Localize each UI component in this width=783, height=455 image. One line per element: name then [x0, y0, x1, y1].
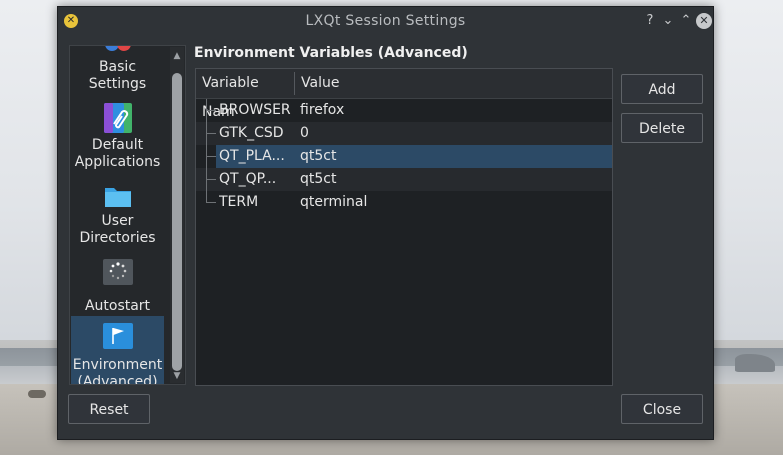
table-row-selected[interactable]: QT_PLA... qt5ct	[196, 145, 612, 168]
variable-value: qt5ct	[300, 171, 337, 187]
session-settings-window: ✕ LXQt Session Settings ? ⌄ ⌃ ✕ Basic Se…	[57, 6, 714, 440]
variable-name: GTK_CSD	[219, 125, 284, 141]
reset-button[interactable]: Reset	[68, 394, 150, 424]
sidebar-item-basic-settings[interactable]: Basic Settings	[71, 46, 164, 98]
add-button[interactable]: Add	[621, 74, 703, 104]
section-title: Environment Variables (Advanced)	[194, 45, 468, 61]
table-row[interactable]: TERM qterminal	[196, 191, 612, 214]
close-icon[interactable]: ✕	[696, 13, 712, 29]
help-icon[interactable]: ?	[642, 13, 658, 29]
wallpaper-rock	[28, 390, 46, 398]
tree-header: Variable Nam Value	[196, 69, 612, 120]
sidebar-item-environment[interactable]: Environment (Advanced)	[71, 316, 164, 385]
variable-name: QT_PLA...	[219, 148, 285, 164]
variable-name: QT_QP...	[219, 171, 277, 187]
table-row[interactable]: GTK_CSD 0	[196, 122, 612, 145]
sidebar-item-default-applications[interactable]: Default Applications	[71, 102, 164, 174]
sidebar-item-label: Environment (Advanced)	[72, 357, 163, 385]
minimize-icon[interactable]: ⌄	[660, 13, 676, 29]
variable-value: 0	[300, 125, 309, 141]
close-button[interactable]: Close	[621, 394, 703, 424]
variable-value: firefox	[300, 102, 345, 118]
sidebar-item-label: Default Applications	[74, 137, 161, 170]
variable-name: TERM	[219, 194, 259, 210]
settings-sidebar: Basic Settings Default Applications User…	[69, 45, 186, 385]
title-bar[interactable]: ✕ LXQt Session Settings ? ⌄ ⌃ ✕	[58, 7, 713, 37]
sidebar-scrollbar[interactable]: ▲ ▼	[170, 47, 184, 383]
folder-icon	[104, 182, 132, 210]
maximize-icon[interactable]: ⌃	[678, 13, 694, 29]
environment-flag-icon	[102, 322, 134, 354]
column-header-value[interactable]: Value	[295, 69, 612, 98]
scrollbar-thumb[interactable]	[172, 73, 182, 371]
variable-value: qt5ct	[300, 148, 337, 164]
environment-variables-tree[interactable]: Variable Nam Value BROWSER firefox GTK_C…	[195, 68, 613, 386]
autostart-icon	[102, 258, 134, 286]
sidebar-item-label: Basic Settings	[88, 59, 147, 92]
scroll-up-icon[interactable]: ▲	[170, 49, 184, 63]
wallpaper-rock	[735, 354, 775, 372]
sidebar-item-autostart[interactable]: Autostart	[71, 258, 164, 316]
sidebar-item-label: User Directories	[79, 213, 156, 246]
variable-name: BROWSER	[219, 102, 291, 118]
scroll-down-icon[interactable]: ▼	[170, 369, 184, 383]
table-row[interactable]: QT_QP... qt5ct	[196, 168, 612, 191]
basic-settings-icon	[102, 46, 134, 56]
default-applications-icon	[102, 102, 134, 134]
window-title: LXQt Session Settings	[305, 13, 466, 29]
variable-value: qterminal	[300, 194, 368, 210]
column-header-variable[interactable]: Variable Nam	[196, 69, 294, 120]
table-row[interactable]: BROWSER firefox	[196, 99, 612, 122]
delete-button[interactable]: Delete	[621, 113, 703, 143]
sidebar-item-user-directories[interactable]: User Directories	[71, 182, 164, 252]
sidebar-item-label: Autostart	[84, 298, 151, 314]
